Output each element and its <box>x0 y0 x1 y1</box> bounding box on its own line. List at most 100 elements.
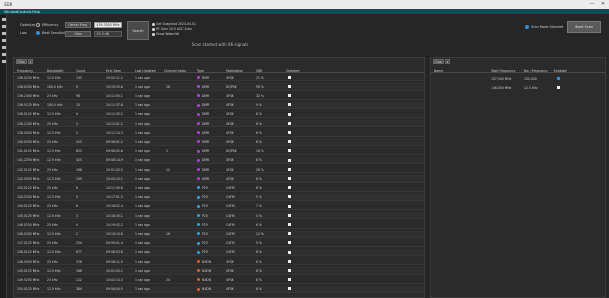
table-row[interactable]: 148.5000 MHz 25 kHz 378 09:58:11.0 1 sec ago… <box>14 258 424 266</box>
column-header-start-frequency[interactable]: Start Frequency <box>491 69 516 73</box>
marker-tool-icon[interactable] <box>1 39 6 42</box>
cell-frequency: 138.5000 MHz <box>17 130 40 135</box>
table-row[interactable]: 138.5000 MHz 12.5 kHz 2 10:12:14.3 1 sec ago… <box>14 129 424 137</box>
cell-snr: 8 % <box>256 277 262 282</box>
record-tool-icon[interactable] <box>1 46 6 49</box>
filter-dropdown-button[interactable]: ▾ <box>28 59 33 64</box>
select-checkbox[interactable] <box>288 158 291 162</box>
column-header-type[interactable]: Type <box>197 69 204 73</box>
select-checkbox[interactable] <box>288 84 291 88</box>
select-checkbox[interactable] <box>288 94 291 98</box>
select-checkbox[interactable] <box>288 195 291 199</box>
pointer-tool-icon[interactable] <box>1 18 6 21</box>
column-header-bw-frequency[interactable]: Bw / Frequency <box>524 69 548 73</box>
clear-dropdown-button[interactable]: ▾ <box>445 59 450 64</box>
cell-frequency: 143.0125 MHz <box>17 185 40 190</box>
center-frequency-button[interactable]: Center Freq. <box>65 22 91 28</box>
efficiency-radio[interactable] <box>36 23 40 27</box>
select-checkbox[interactable] <box>288 268 291 272</box>
select-checkbox[interactable] <box>288 75 291 79</box>
table-row[interactable]: 147.0125 MHz 25 kHz 254 09:59:01.4 1 sec ago… <box>14 240 424 247</box>
scan-range-row[interactable]: 136.000 MHz 12.5 kHz <box>431 84 605 91</box>
column-header-last-updated[interactable]: Last Updated <box>135 69 156 73</box>
center-frequency-input[interactable]: 439.3000 MHz <box>94 22 122 28</box>
select-checkbox[interactable] <box>288 278 291 282</box>
filter-button[interactable]: Filter <box>16 59 27 64</box>
gain-button[interactable]: Gain <box>65 31 91 37</box>
table-row[interactable]: 138.0125 MHz 12.5 kHz 4 10:11:55.2 1 sec ago… <box>14 111 424 119</box>
select-checkbox[interactable] <box>288 130 291 134</box>
select-checkbox[interactable] <box>288 167 291 171</box>
zoom-tool-icon[interactable] <box>1 25 6 28</box>
signal-type-icon <box>197 94 200 98</box>
table-row[interactable]: 146.5250 MHz 12.5 kHz 2 10:19:14.8 1 sec ago… <box>14 230 424 238</box>
gain-input[interactable]: 25.0 dB <box>94 31 122 37</box>
close-button[interactable]: ✕ <box>599 1 607 8</box>
menu-item-help[interactable]: Help <box>32 10 40 14</box>
select-checkbox[interactable] <box>288 241 291 245</box>
export-tool-icon[interactable] <box>1 60 6 63</box>
status-line-3[interactable]: Show Waterfall <box>156 32 179 36</box>
table-row[interactable]: 141.2250 MHz 12.5 kHz 425 09:58:14.9 1 sec a… <box>14 156 424 165</box>
column-header-snr[interactable]: SNR <box>256 69 262 73</box>
table-row[interactable]: 142.5000 MHz 12.5 kHz 109 10:03:10.1 1 sec a… <box>14 175 424 183</box>
scan-range-row[interactable]: 137.000 MHz 100.000 <box>431 75 605 82</box>
select-checkbox[interactable] <box>288 222 291 226</box>
select-checkbox[interactable] <box>288 186 291 190</box>
select-checkbox[interactable] <box>288 232 291 236</box>
column-header-first-seen[interactable]: First Seen <box>106 69 121 73</box>
select-checkbox[interactable] <box>288 140 291 144</box>
status-indicator-3 <box>152 33 155 36</box>
table-row[interactable]: 136.0250 MHz 100.0 kHz 9 10:19:25.8 1 sec ag… <box>14 83 424 91</box>
table-row[interactable]: 144.0125 MHz 25 kHz 6 10:18:02.4 1 sec ago P2… <box>14 203 424 211</box>
table-row[interactable]: 149.0125 MHz 12.5 kHz 166 10:01:05.1 1 sec a… <box>14 267 424 275</box>
select-checkbox[interactable] <box>288 149 291 153</box>
menu-item-controls[interactable]: Controls <box>17 10 31 14</box>
cell-type: DMR <box>202 121 210 126</box>
cell-count: 109 <box>76 176 82 181</box>
select-checkbox[interactable] <box>288 176 291 180</box>
enabled-checkbox[interactable] <box>557 85 560 89</box>
enabled-checkbox[interactable] <box>557 76 560 80</box>
best-sensitivity-radio[interactable] <box>36 31 40 35</box>
select-checkbox[interactable] <box>288 250 291 254</box>
select-checkbox[interactable] <box>288 213 291 217</box>
table-row[interactable]: 138.1250 MHz 25 kHz 3 10:12:01.2 1 sec ago DM… <box>14 120 424 128</box>
table-row[interactable]: 143.0125 MHz 25 kHz 8 10:17:49.8 1 sec ago P2… <box>14 184 424 192</box>
select-checkbox[interactable] <box>288 103 291 107</box>
clear-button[interactable]: Clear <box>433 59 444 64</box>
start-scan-button[interactable]: Start Scan <box>567 21 601 33</box>
column-header-modulation[interactable]: Modulation <box>226 69 243 73</box>
scan-mode-radio[interactable] <box>525 25 529 29</box>
select-checkbox[interactable] <box>288 121 291 125</box>
table-row[interactable]: 146.0250 MHz 25 kHz 4 10:19:02.2 1 sec ago P2… <box>14 221 424 229</box>
column-header-frequency[interactable]: Frequency <box>17 69 33 73</box>
table-row[interactable]: 149.5250 MHz 25 kHz 122 10:02:14.3 1 sec ago… <box>14 276 424 284</box>
column-header-bandwidth[interactable]: Bandwidth <box>47 69 63 73</box>
table-row[interactable]: 148.0125 MHz 12.5 kHz 877 09:58:03.8 1 sec a… <box>14 248 424 257</box>
table-row[interactable]: 136.5125 MHz 100.0 kHz 15 10:11:37.8 1 sec a… <box>14 101 424 109</box>
table-row[interactable]: 143.2500 MHz 12.5 kHz 5 10:17:51.5 1 sec ago… <box>14 193 424 201</box>
table-row[interactable]: 141.0125 MHz 12.5 kHz 823 09:58:02.8 1 sec a… <box>14 148 424 155</box>
table-row[interactable]: 145.0125 MHz 12.5 kHz 3 10:18:30.1 1 sec ago… <box>14 212 424 220</box>
select-checkbox[interactable] <box>288 204 291 208</box>
column-header-count[interactable]: Count <box>76 69 85 73</box>
table-row[interactable]: 142.0125 MHz 25 kHz 168 10:01:02.5 1 sec ago… <box>14 166 424 174</box>
table-row[interactable]: 136.0250 MHz 12.5 kHz 135 10:02:11.2 1 sec a… <box>14 74 424 82</box>
settings-tool-icon[interactable] <box>1 53 6 56</box>
column-header-name[interactable]: Name <box>434 69 443 73</box>
table-row[interactable]: 136.2450 MHz 25 kHz 98 10:11:05.1 1 sec ago D… <box>14 92 424 100</box>
menu-item-window[interactable]: Window <box>4 10 18 14</box>
select-checkbox[interactable] <box>288 259 291 263</box>
minimize-button[interactable]: — <box>588 1 596 8</box>
cell-type: DMR <box>202 130 210 135</box>
column-header-selected[interactable]: Selected <box>286 69 299 73</box>
select-checkbox[interactable] <box>288 112 291 116</box>
select-checkbox[interactable] <box>288 287 291 291</box>
pan-tool-icon[interactable] <box>1 32 6 35</box>
column-header-enabled[interactable]: Enabled <box>554 69 567 73</box>
search-button[interactable]: Search <box>127 21 149 40</box>
column-header-channel-index[interactable]: Channel Index <box>164 69 186 73</box>
table-row[interactable]: 140.0250 MHz 25 kHz 415 09:58:01.2 1 sec ago… <box>14 138 424 146</box>
table-row[interactable]: 150.0125 MHz 12.5 kHz 384 09:58:04.5 1 sec a… <box>14 285 424 293</box>
